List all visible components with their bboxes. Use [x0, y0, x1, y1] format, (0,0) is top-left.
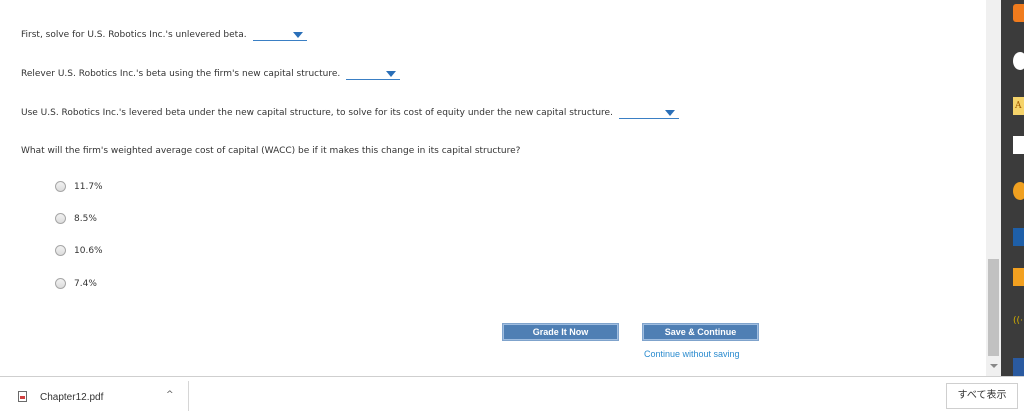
option-label: 8.5%: [74, 213, 97, 224]
question-text: Use U.S. Robotics Inc.'s levered beta un…: [21, 108, 613, 118]
chevron-down-icon: [292, 32, 303, 38]
grade-it-now-button[interactable]: Grade It Now: [502, 323, 619, 341]
option-label: 7.4%: [74, 278, 97, 289]
chevron-up-icon[interactable]: ^: [166, 390, 174, 400]
answer-option[interactable]: 8.5%: [55, 213, 97, 224]
question-wacc: What will the firm's weighted average co…: [21, 146, 520, 156]
quiz-content: First, solve for U.S. Robotics Inc.'s un…: [0, 0, 986, 376]
answer-option[interactable]: 10.6%: [55, 245, 103, 256]
download-bar: Chapter12.pdf ^ すべて表示: [0, 376, 1024, 414]
chrome-icon[interactable]: [1013, 52, 1024, 70]
option-label: 11.7%: [74, 181, 103, 192]
book-icon[interactable]: [1013, 228, 1024, 246]
continue-without-saving-link[interactable]: Continue without saving: [644, 349, 740, 359]
divider: [188, 381, 189, 411]
folder-icon[interactable]: [1013, 268, 1024, 286]
office-icon[interactable]: [1013, 136, 1024, 154]
question-text: First, solve for U.S. Robotics Inc.'s un…: [21, 30, 247, 40]
rss-icon[interactable]: [1013, 4, 1024, 22]
cost-of-equity-dropdown[interactable]: [618, 107, 679, 119]
answer-option[interactable]: 7.4%: [55, 278, 97, 289]
download-file-name[interactable]: Chapter12.pdf: [40, 392, 103, 403]
dictionary-icon[interactable]: A: [1013, 97, 1024, 115]
app-icon[interactable]: [1013, 182, 1024, 200]
save-continue-button[interactable]: Save & Continue: [642, 323, 759, 341]
chevron-down-icon: [386, 71, 397, 77]
scrollbar-thumb[interactable]: [988, 259, 999, 356]
radio-button[interactable]: [55, 245, 66, 256]
unlevered-beta-dropdown[interactable]: [252, 29, 307, 41]
question-cost-of-equity: Use U.S. Robotics Inc.'s levered beta un…: [21, 107, 679, 119]
pdf-file-icon: [18, 391, 27, 402]
question-text: What will the firm's weighted average co…: [21, 146, 521, 156]
relevered-beta-dropdown[interactable]: [346, 68, 401, 80]
radio-button[interactable]: [55, 278, 66, 289]
scroll-down-arrow-icon[interactable]: [990, 364, 998, 368]
question-text: Relever U.S. Robotics Inc.'s beta using …: [21, 69, 341, 79]
option-label: 10.6%: [74, 245, 103, 256]
answer-option[interactable]: 11.7%: [55, 181, 103, 192]
question-relever-beta: Relever U.S. Robotics Inc.'s beta using …: [21, 68, 401, 80]
radio-button[interactable]: [55, 213, 66, 224]
question-unlevered-beta: First, solve for U.S. Robotics Inc.'s un…: [21, 29, 307, 41]
network-icon[interactable]: [1013, 358, 1024, 376]
show-all-button[interactable]: すべて表示: [946, 383, 1018, 409]
side-app-strip: A ((·: [1001, 0, 1024, 376]
vertical-scrollbar[interactable]: [986, 0, 1001, 376]
radio-button[interactable]: [55, 181, 66, 192]
wireless-icon[interactable]: ((·: [1013, 316, 1024, 334]
chevron-down-icon: [664, 110, 675, 116]
